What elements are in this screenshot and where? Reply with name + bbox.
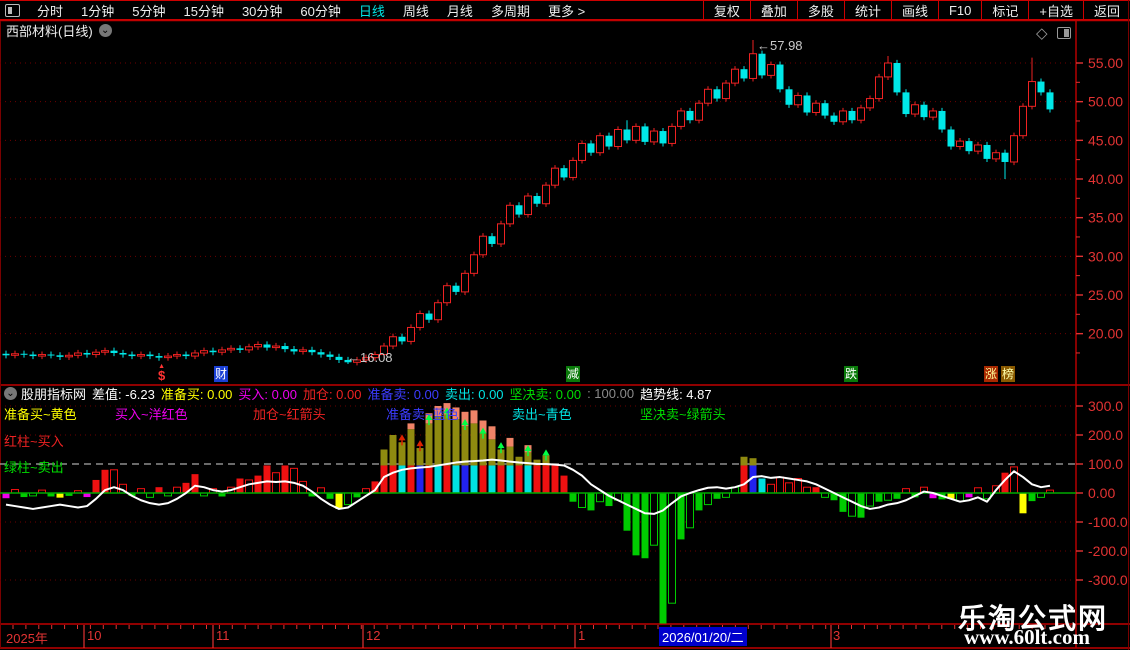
- legend-item-0: 准备买~黄色: [4, 407, 77, 422]
- indicator-field-6: 坚决卖: 0.00: [509, 387, 582, 402]
- event-marker-2: 跌: [844, 366, 859, 382]
- signal-marker-dollar: ▲ $: [158, 363, 166, 383]
- event-marker-0: 财: [214, 366, 229, 382]
- indicator-field-0: 差值: -6.23: [92, 387, 155, 402]
- time-label-2: 11: [216, 628, 230, 643]
- chart-canvas: 55.0050.0045.0040.0035.0030.0025.0020.00…: [0, 0, 1130, 650]
- legend-item-3: 准备卖~蓝色: [386, 407, 459, 422]
- time-label-4: 1: [578, 628, 586, 643]
- high-price-callout: ←57.98: [757, 38, 803, 53]
- indicator-field-4: 准备卖: 0.00: [367, 387, 439, 402]
- legend-item-5: 坚决卖~绿箭头: [640, 407, 726, 422]
- time-label-0: 2025年: [6, 631, 48, 646]
- event-marker-4: 榜: [1001, 366, 1016, 382]
- svg-text:-100.0: -100.0: [1088, 514, 1128, 530]
- split-window-icon[interactable]: [1057, 27, 1071, 39]
- svg-text:35.00: 35.00: [1088, 210, 1123, 226]
- legend-item-1: 买入~洋红色: [115, 407, 188, 422]
- time-label-3: 12: [366, 628, 381, 643]
- selected-date-label: 2026/01/20/二: [659, 627, 747, 646]
- svg-text:25.00: 25.00: [1088, 287, 1123, 303]
- svg-text:50.00: 50.00: [1088, 94, 1123, 110]
- time-label-6: 3: [833, 628, 841, 643]
- indicator-field-5: 卖出: 0.00: [445, 387, 504, 402]
- svg-text:30.00: 30.00: [1088, 248, 1123, 264]
- trading-terminal: 分时 1分钟 5分钟 15分钟 30分钟 60分钟 日线 周线 月线 多周期 更多 > 复权 叠加 多股…: [0, 0, 1130, 650]
- time-label-1: 10: [87, 628, 102, 643]
- indicator-name[interactable]: 股朋指标网: [21, 384, 86, 403]
- low-price-callout: ←16.08: [347, 350, 393, 365]
- svg-text:0.00: 0.00: [1088, 485, 1115, 501]
- diamond-tool-icon[interactable]: ◇: [1036, 24, 1048, 42]
- svg-text:300.0: 300.0: [1088, 398, 1123, 414]
- event-marker-1: 减: [566, 366, 581, 382]
- svg-text:-200.0: -200.0: [1088, 543, 1128, 559]
- legend-red-bar: 红柱~买入: [4, 434, 64, 449]
- legend-item-2: 加仓~红箭头: [253, 407, 326, 422]
- chevron-down-icon[interactable]: ⌄: [4, 387, 17, 400]
- indicator-field-1: 准备买: 0.00: [160, 387, 233, 402]
- svg-text:20.00: 20.00: [1088, 326, 1123, 342]
- indicator-field-3: 加仓: 0.00: [302, 387, 362, 402]
- svg-text:40.00: 40.00: [1088, 171, 1123, 187]
- svg-text:-300.0: -300.0: [1088, 572, 1128, 588]
- watermark-site-url: www.60lt.com: [964, 625, 1090, 649]
- indicator-header: ⌄ 股朋指标网 差值: -6.23 准备买: 0.00 买入: 0.00 加仓: 0.…: [0, 384, 718, 403]
- svg-text:100.0: 100.0: [1088, 456, 1123, 472]
- legend-green-bar: 绿柱~卖出: [4, 460, 64, 475]
- legend-item-4: 卖出~青色: [512, 407, 572, 422]
- svg-text:45.00: 45.00: [1088, 132, 1123, 148]
- event-marker-3: 涨: [984, 366, 999, 382]
- indicator-field-7: : 100.00: [587, 386, 635, 401]
- svg-text:55.00: 55.00: [1088, 55, 1123, 71]
- indicator-field-8: 趋势线: 4.87: [640, 387, 712, 402]
- svg-text:200.0: 200.0: [1088, 427, 1123, 443]
- indicator-field-2: 买入: 0.00: [238, 387, 297, 402]
